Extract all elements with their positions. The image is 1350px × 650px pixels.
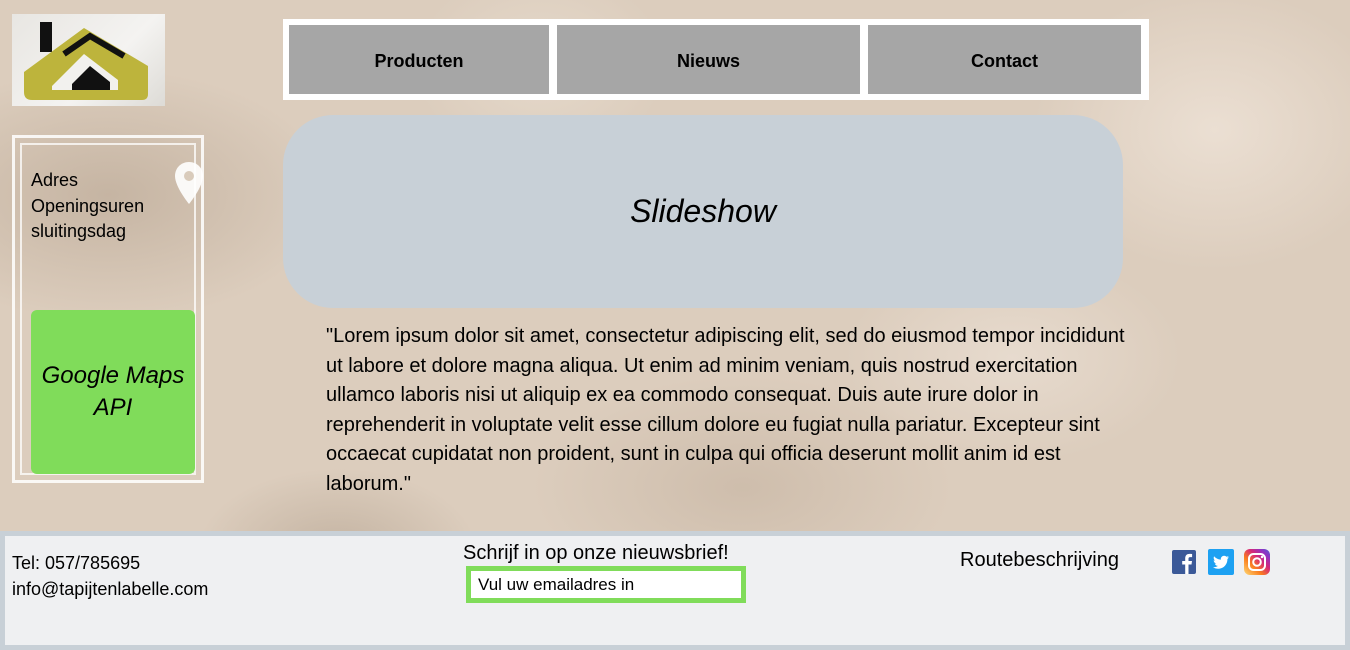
slideshow[interactable]: Slideshow	[283, 115, 1123, 308]
closing-day-label: sluitingsdag	[31, 221, 127, 241]
nav-item-label: Nieuws	[676, 51, 741, 71]
nav-item-label: Producten	[374, 51, 464, 71]
info-sidebar: Adres Openingsuren sluitingsdag Google M…	[12, 135, 204, 483]
twitter-icon[interactable]	[1208, 549, 1234, 575]
contact-info: Tel: 057/785695 info@tapijtenlabelle.com	[12, 550, 208, 602]
map-pin-icon	[175, 162, 203, 204]
opening-hours-label: Openingsuren	[31, 195, 145, 216]
maps-placeholder-label: Google Maps API	[41, 362, 185, 421]
nav-item-contact[interactable]: Contact	[868, 25, 1141, 94]
nav-item-label: Contact	[971, 51, 1038, 71]
instagram-icon[interactable]	[1244, 549, 1270, 575]
slideshow-label: Slideshow	[630, 193, 776, 229]
phone-number: Tel: 057/785695	[12, 553, 141, 573]
house-logo-icon	[24, 22, 148, 100]
nav-item-producten[interactable]: Producten	[289, 25, 549, 94]
footer: Tel: 057/785695 info@tapijtenlabelle.com…	[0, 531, 1350, 650]
store-info: Adres Openingsuren sluitingsdag	[31, 168, 144, 245]
logo[interactable]	[12, 14, 165, 106]
newsletter-title: Schrijf in op onze nieuwsbrief!	[463, 542, 729, 564]
email-address[interactable]: info@tapijtenlabelle.com	[12, 576, 208, 602]
newsletter-email-input[interactable]	[466, 566, 746, 603]
sidebar-inner-frame: Adres Openingsuren sluitingsdag Google M…	[20, 143, 203, 475]
route-description-link[interactable]: Routebeschrijving	[960, 549, 1119, 572]
facebook-icon[interactable]	[1171, 549, 1197, 575]
address-label: Adres	[31, 170, 79, 190]
google-maps-placeholder[interactable]: Google Maps API	[31, 310, 195, 474]
nav-item-nieuws[interactable]: Nieuws	[557, 25, 860, 94]
main-nav: Producten Nieuws Contact	[283, 19, 1149, 100]
intro-text: "Lorem ipsum dolor sit amet, consectetur…	[326, 325, 1125, 495]
